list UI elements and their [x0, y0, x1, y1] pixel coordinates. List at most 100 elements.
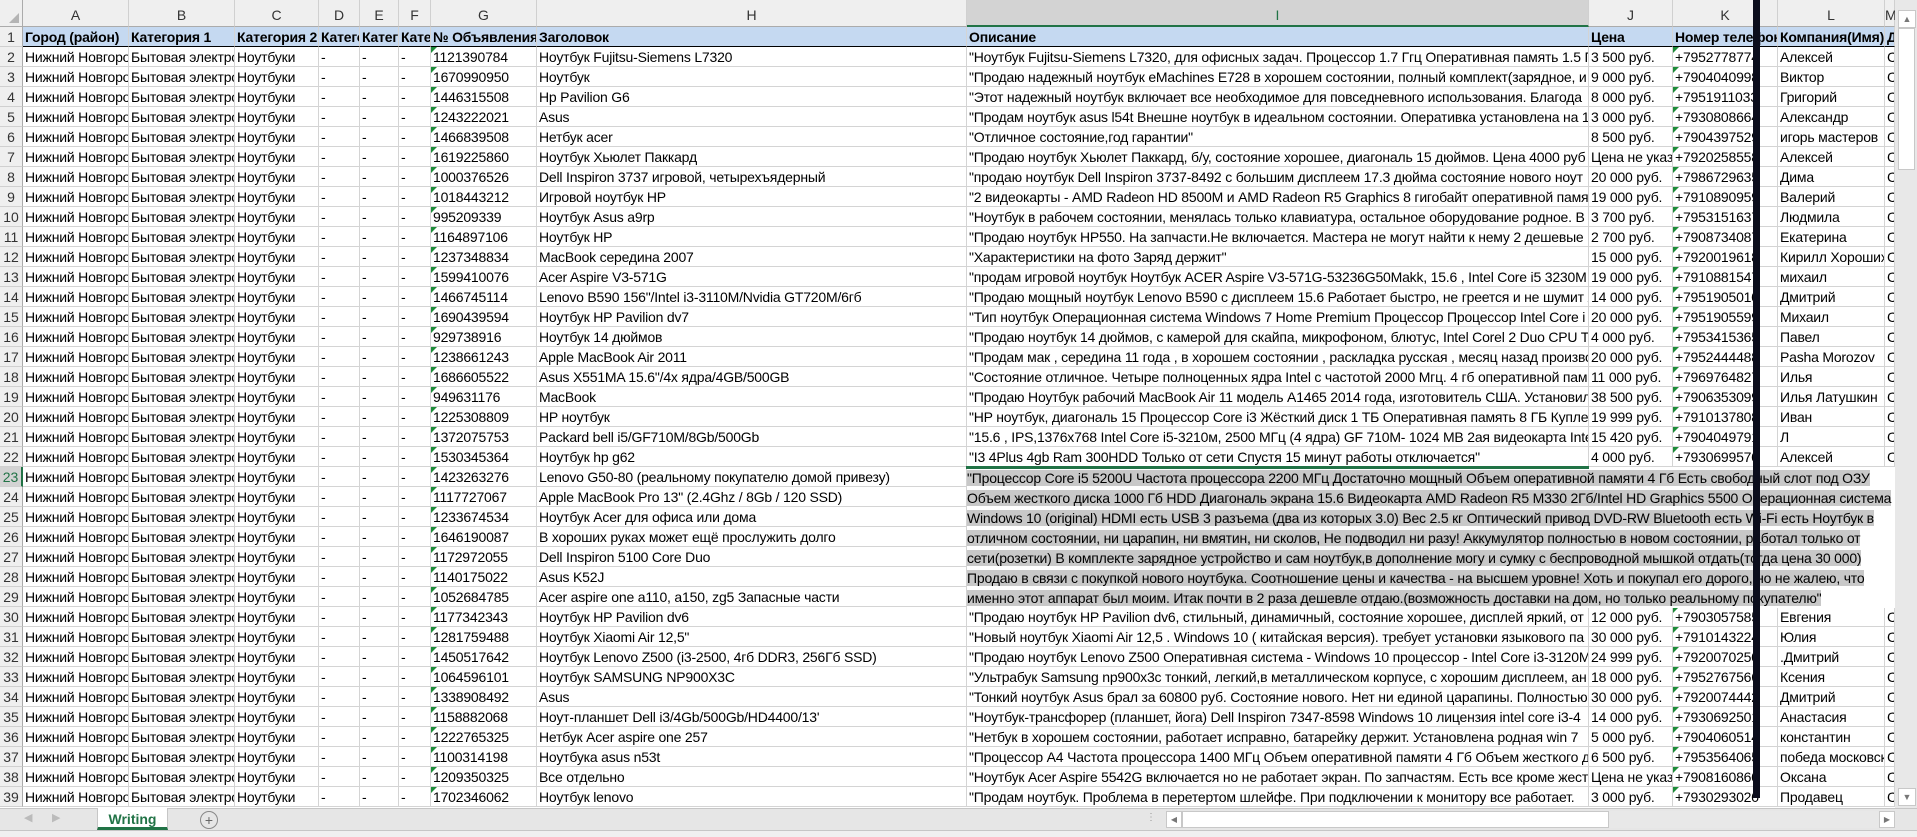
cell-d[interactable]: - [319, 147, 360, 167]
header-cell-e[interactable]: Категория 4 [360, 27, 399, 47]
cell-title[interactable]: Ноутбук 14 дюймов [537, 327, 967, 347]
cell-title[interactable]: MacBook середина 2007 [537, 247, 967, 267]
cell-price[interactable]: Цена не указана [1589, 767, 1673, 787]
cell-id[interactable]: 1619225860 [431, 147, 537, 167]
cell-id[interactable]: 1281759488 [431, 627, 537, 647]
cell-f[interactable]: - [399, 187, 431, 207]
cell-title[interactable]: Ноутбук hp g62 [537, 447, 967, 467]
cell-e[interactable]: - [360, 347, 399, 367]
cell-d[interactable]: - [319, 327, 360, 347]
cell-d[interactable]: - [319, 707, 360, 727]
cell-id[interactable]: 1100314198 [431, 747, 537, 767]
cell-f[interactable]: - [399, 627, 431, 647]
cell-d[interactable]: - [319, 607, 360, 627]
cell-name[interactable]: Анастасия [1778, 707, 1885, 727]
cell-cat1[interactable]: Бытовая электроника [129, 307, 235, 327]
cell-cat2[interactable]: Ноутбуки [235, 87, 319, 107]
cell-d[interactable]: - [319, 587, 360, 607]
cell-city[interactable]: Нижний Новгород [23, 387, 129, 407]
scroll-left-icon[interactable]: ◀ [1166, 811, 1182, 828]
cell-d[interactable]: - [319, 67, 360, 87]
cell-price[interactable]: 15 000 руб. [1589, 247, 1673, 267]
cell-cat1[interactable]: Бытовая электроника [129, 767, 235, 787]
row-header[interactable]: 16 [0, 327, 23, 347]
cell-phone[interactable]: +7920019618 [1673, 247, 1778, 267]
cell-phone[interactable]: +7920070250 [1673, 647, 1778, 667]
cell-phone[interactable]: +7969764827 [1673, 367, 1778, 387]
cell-desc[interactable]: "Ноутбук Fujitsu-Siemens L7320, для офис… [967, 47, 1589, 67]
cell-cat2[interactable]: Ноутбуки [235, 787, 319, 807]
cell-cat1[interactable]: Бытовая электроника [129, 567, 235, 587]
cell-price[interactable]: 20 000 руб. [1589, 307, 1673, 327]
cell-e[interactable]: - [360, 367, 399, 387]
cell-cat1[interactable]: Бытовая электроника [129, 427, 235, 447]
cell-d[interactable]: - [319, 87, 360, 107]
cell-price[interactable]: 3 000 руб. [1589, 787, 1673, 807]
cell-f[interactable]: - [399, 167, 431, 187]
cell-city[interactable]: Нижний Новгород [23, 767, 129, 787]
cell-cat1[interactable]: Бытовая электроника [129, 747, 235, 767]
cell-desc[interactable]: "Новый ноутбук Xiaomi Air 12,5 . Windows… [967, 627, 1589, 647]
cell-city[interactable]: Нижний Новгород [23, 347, 129, 367]
cell-city[interactable]: Нижний Новгород [23, 727, 129, 747]
cell-cat1[interactable]: Бытовая электроника [129, 627, 235, 647]
cell-cat1[interactable]: Бытовая электроника [129, 727, 235, 747]
cell-price[interactable]: Цена не указана [1589, 147, 1673, 167]
cell-title[interactable]: Apple MacBook Air 2011 [537, 347, 967, 367]
cell-city[interactable]: Нижний Новгород [23, 87, 129, 107]
cell-title[interactable]: Нетбук Acer aspire one 257 [537, 727, 967, 747]
cell-m[interactable]: С [1885, 327, 1895, 347]
cell-d[interactable]: - [319, 727, 360, 747]
cell-f[interactable]: - [399, 427, 431, 447]
cell-desc[interactable]: "Процессор A4 Частота процессора 1400 МГ… [967, 747, 1589, 767]
cell-m[interactable]: С [1885, 767, 1895, 787]
column-header-b[interactable]: B [129, 0, 235, 27]
cell-d[interactable]: - [319, 367, 360, 387]
tab-split-handle[interactable]: ⋮ [1146, 812, 1156, 823]
cell-phone[interactable]: +7953415365 [1673, 327, 1778, 347]
cell-id[interactable]: 949631176 [431, 387, 537, 407]
row-header[interactable]: 34 [0, 687, 23, 707]
cell-f[interactable]: - [399, 647, 431, 667]
cell-e[interactable]: - [360, 427, 399, 447]
row-header[interactable]: 28 [0, 567, 23, 587]
cell-city[interactable]: Нижний Новгород [23, 527, 129, 547]
cell-cat2[interactable]: Ноутбуки [235, 447, 319, 467]
row-header[interactable]: 23 [0, 467, 23, 487]
row-header[interactable]: 6 [0, 127, 23, 147]
cell-f[interactable]: - [399, 207, 431, 227]
row-header[interactable]: 27 [0, 547, 23, 567]
cell-cat1[interactable]: Бытовая электроника [129, 247, 235, 267]
cell-f[interactable]: - [399, 387, 431, 407]
cell-city[interactable]: Нижний Новгород [23, 467, 129, 487]
cell-name[interactable]: Ксения [1778, 667, 1885, 687]
cell-d[interactable]: - [319, 167, 360, 187]
cell-cat1[interactable]: Бытовая электроника [129, 267, 235, 287]
cell-e[interactable]: - [360, 227, 399, 247]
row-header[interactable]: 2 [0, 47, 23, 67]
cell-desc[interactable]: "Продам ноутбук. Проблема в перетертом ш… [967, 787, 1589, 807]
cell-f[interactable]: - [399, 367, 431, 387]
cell-name[interactable]: Павел [1778, 327, 1885, 347]
cell-title[interactable]: Ноутбук Asus a9rp [537, 207, 967, 227]
cell-name[interactable]: Pasha Morozov [1778, 347, 1885, 367]
row-header[interactable]: 31 [0, 627, 23, 647]
cell-d[interactable]: - [319, 207, 360, 227]
cell-d[interactable]: - [319, 127, 360, 147]
cell-phone[interactable]: +7910137808 [1673, 407, 1778, 427]
cell-f[interactable]: - [399, 327, 431, 347]
cell-e[interactable]: - [360, 167, 399, 187]
cell-city[interactable]: Нижний Новгород [23, 747, 129, 767]
cell-f[interactable]: - [399, 747, 431, 767]
cell-id[interactable]: 1172972055 [431, 547, 537, 567]
cell-e[interactable]: - [360, 607, 399, 627]
cell-e[interactable]: - [360, 567, 399, 587]
header-cell-a[interactable]: Город (район) [23, 27, 129, 47]
cell-cat2[interactable]: Ноутбуки [235, 67, 319, 87]
cell-name[interactable]: Алексей [1778, 47, 1885, 67]
cell-e[interactable]: - [360, 47, 399, 67]
cell-e[interactable]: - [360, 207, 399, 227]
cell-phone[interactable]: +7951905599 [1673, 307, 1778, 327]
cell-d[interactable]: - [319, 627, 360, 647]
cell-title[interactable]: Ноут-планшет Dell i3/4Gb/500Gb/HD4400/13… [537, 707, 967, 727]
